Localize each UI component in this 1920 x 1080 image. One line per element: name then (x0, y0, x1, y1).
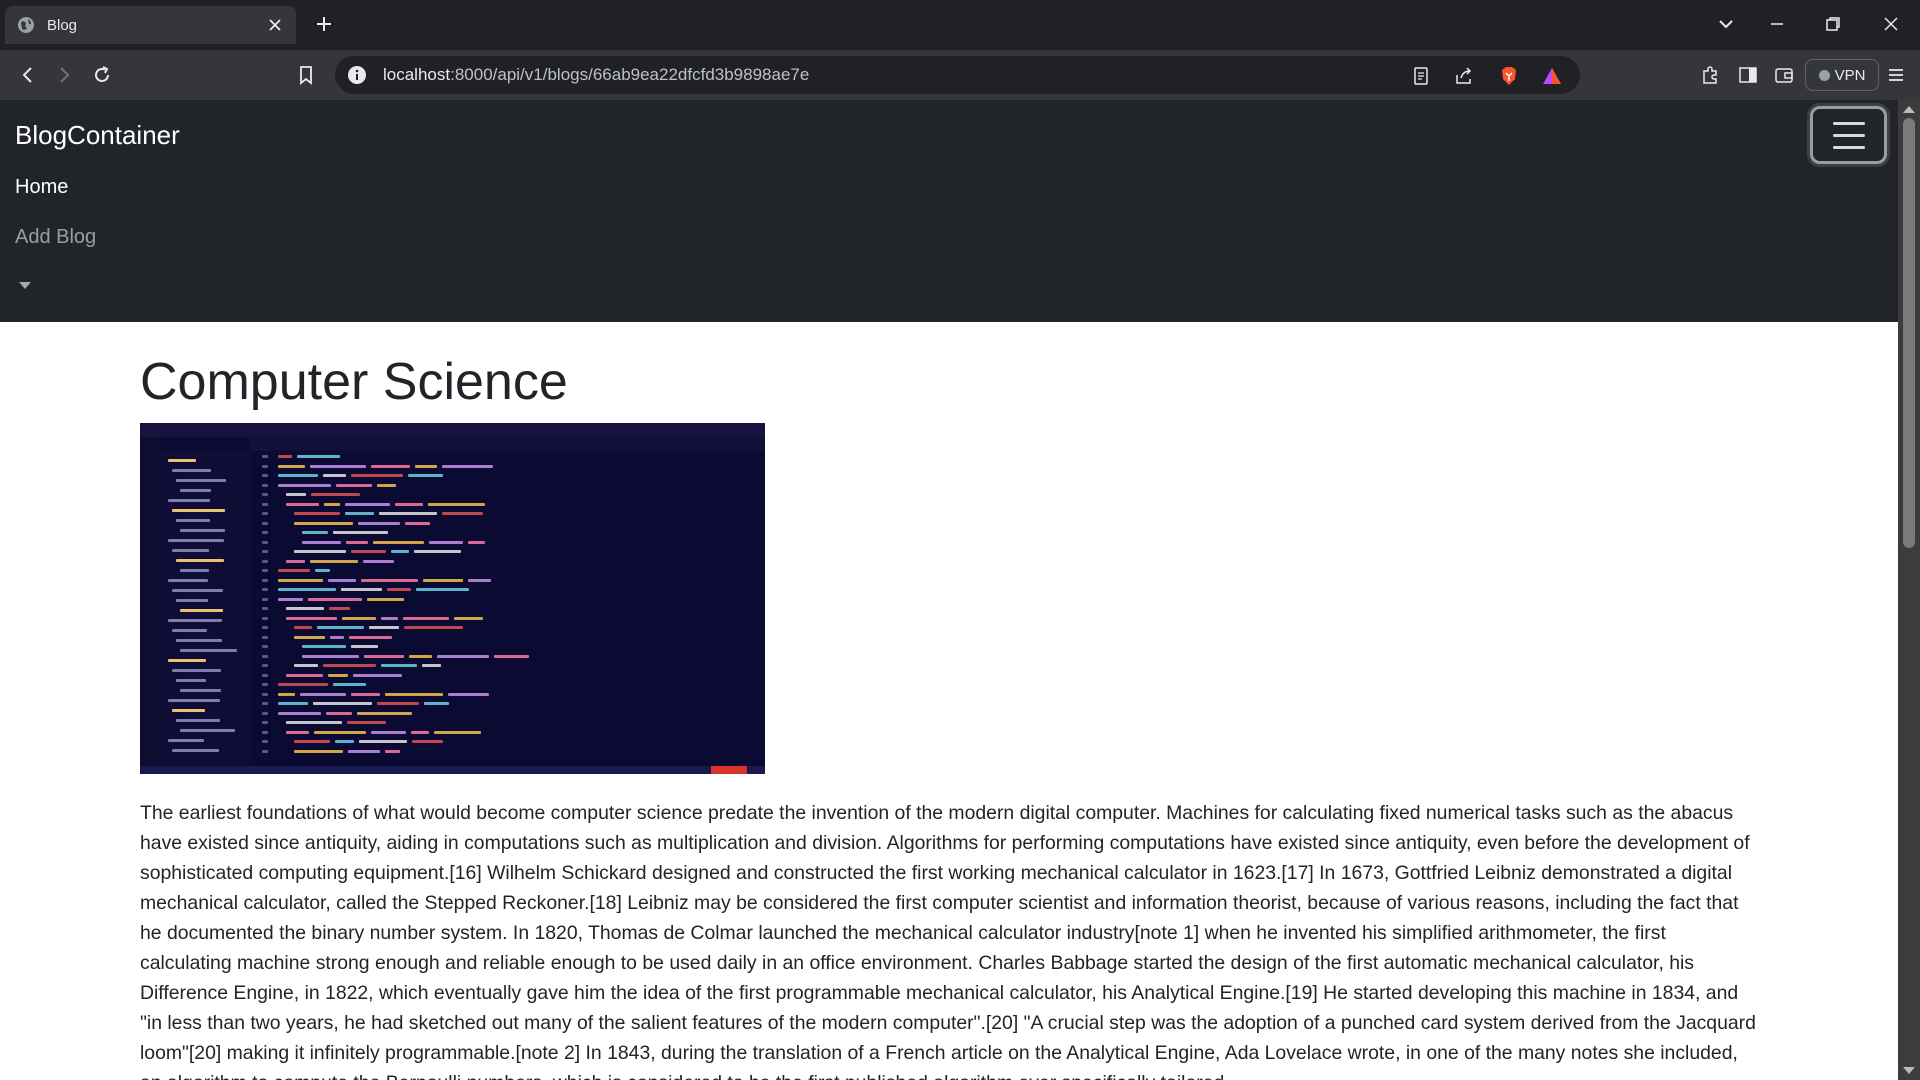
bookmark-icon[interactable] (294, 63, 318, 87)
hamburger-line (1832, 133, 1865, 137)
info-icon[interactable] (347, 65, 367, 85)
blog-image (140, 423, 765, 775)
ide-activity-bar (140, 437, 160, 768)
brave-shield-icon[interactable] (1498, 65, 1520, 87)
tab-strip: Blog (0, 0, 1920, 50)
navbar-toggler-button[interactable] (1810, 106, 1887, 164)
forward-icon[interactable] (52, 63, 76, 87)
scroll-down-icon[interactable] (1903, 1067, 1915, 1074)
url-host: localhost (383, 65, 451, 84)
browser-tab[interactable]: Blog (5, 6, 296, 44)
blog-content: Computer Science The earliest foundation… (140, 322, 1760, 1080)
vpn-status-icon (1818, 69, 1830, 81)
wallet-icon[interactable] (1772, 63, 1796, 87)
menu-icon[interactable] (1884, 63, 1908, 87)
scroll-thumb[interactable] (1903, 118, 1915, 548)
nav-item-home[interactable]: Home (15, 176, 68, 199)
blog-title: Computer Science (140, 353, 568, 411)
new-tab-icon[interactable] (313, 13, 335, 35)
browser-toolbar: localhost:8000/api/v1/blogs/66ab9ea22dfc… (0, 50, 1920, 100)
hamburger-line (1832, 145, 1865, 149)
ide-statusbar (140, 766, 765, 775)
share-icon[interactable] (1453, 65, 1475, 87)
page-viewport: BlogContainer Home Add Blog Computer Sci… (0, 100, 1920, 1080)
navbar-brand[interactable]: BlogContainer (15, 120, 180, 151)
reader-mode-icon[interactable] (1410, 65, 1432, 87)
brave-rewards-icon[interactable] (1541, 65, 1563, 87)
reload-icon[interactable] (90, 63, 114, 87)
address-bar[interactable]: localhost:8000/api/v1/blogs/66ab9ea22dfc… (335, 56, 1580, 94)
blog-body: The earliest foundations of what would b… (140, 802, 1756, 1080)
restore-icon[interactable] (1822, 13, 1844, 35)
tab-title: Blog (47, 16, 78, 34)
close-icon[interactable] (266, 16, 284, 34)
globe-icon (18, 17, 34, 33)
url-path: :8000/api/v1/blogs/66ab9ea22dfcfd3b9898a… (450, 65, 810, 84)
sidebar-icon[interactable] (1736, 63, 1760, 87)
page-scrollbar[interactable] (1898, 100, 1920, 1080)
vpn-label: VPN (1834, 66, 1866, 84)
extensions-icon[interactable] (1698, 63, 1722, 87)
close-window-icon[interactable] (1880, 13, 1902, 35)
ide-tabbar (250, 437, 765, 452)
dropdown-caret-icon[interactable] (19, 282, 31, 289)
url-text[interactable]: localhost:8000/api/v1/blogs/66ab9ea22dfc… (383, 65, 809, 85)
nav-item-add-blog[interactable]: Add Blog (15, 226, 96, 249)
ide-titlebar (140, 423, 765, 438)
scroll-up-icon[interactable] (1903, 106, 1915, 113)
vpn-button[interactable]: VPN (1805, 59, 1879, 91)
back-icon[interactable] (16, 63, 40, 87)
site-navbar: BlogContainer Home Add Blog (0, 100, 1898, 322)
minimize-icon[interactable] (1766, 13, 1788, 35)
hamburger-line (1832, 121, 1865, 125)
chevron-down-icon[interactable] (1715, 13, 1737, 35)
ide-file-tree (160, 451, 250, 768)
